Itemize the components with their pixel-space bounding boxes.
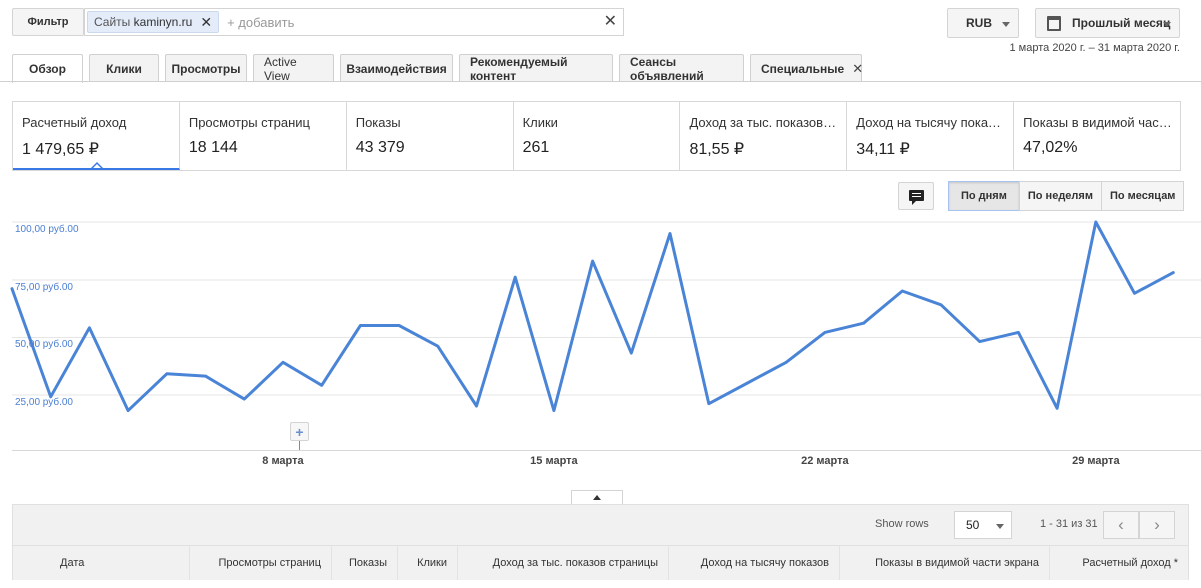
filter-chip-label: Сайты [94, 15, 131, 29]
chevron-right-icon: › [1154, 515, 1160, 534]
currency-label: RUB [966, 16, 992, 30]
tab-recommended-content[interactable]: Рекомендуемый контент [459, 54, 613, 83]
column-header-page-rpm[interactable]: Доход за тыс. показов страницы [458, 546, 669, 580]
tab-views[interactable]: Просмотры [165, 54, 247, 82]
filter-button[interactable]: Фильтр [12, 8, 84, 36]
column-header-impressions[interactable]: Показы [332, 546, 398, 580]
tab-overview[interactable]: Обзор [12, 54, 83, 83]
x-tick-label: 22 марта [801, 455, 849, 467]
filter-chip-value: kaminyn.ru [133, 15, 193, 29]
date-range-text: 1 марта 2020 г. – 31 марта 2020 г. [1009, 42, 1181, 54]
table-header: Дата Просмотры страниц Показы Клики Дохо… [12, 546, 1189, 580]
chevron-up-icon [593, 495, 601, 500]
metric-impressions[interactable]: Показы 43 379 [347, 102, 514, 170]
column-header-clicks[interactable]: Клики [398, 546, 458, 580]
metric-page-views[interactable]: Просмотры страниц 18 144 [180, 102, 347, 170]
granularity-toggle: По дням По неделям По месяцам [948, 181, 1185, 211]
metric-value: 47,02% [1023, 139, 1078, 156]
column-header-estimated-earnings[interactable]: Расчетный доход * [1050, 546, 1188, 580]
y-tick-label: 75,00 руб.00 [15, 281, 73, 293]
tab-custom[interactable]: Специальные ✕ [750, 54, 863, 82]
annotations-button[interactable] [898, 182, 934, 210]
y-tick-label: 100,00 руб.00 [15, 224, 79, 235]
metric-label: Клики [522, 115, 558, 130]
clear-filter-icon[interactable]: ✕ [604, 13, 617, 31]
metric-page-rpm[interactable]: Доход за тыс. показов страницы 81,55 ₽ [680, 102, 848, 170]
y-tick-label: 50,00 руб.00 [15, 339, 73, 350]
chevron-down-icon [1163, 22, 1171, 27]
x-tick-label: 15 марта [530, 455, 578, 467]
by-month-button[interactable]: По месяцам [1100, 181, 1185, 211]
metric-label: Расчетный доход [22, 115, 127, 130]
x-tick-label: 8 марта [262, 455, 304, 467]
pagination-info: 1 - 31 из 31 [1040, 518, 1098, 530]
metric-label: Показы [355, 115, 401, 130]
annotation-stem [299, 441, 300, 450]
filter-chip-sites[interactable]: Сайты kaminyn.ru ✕ [87, 11, 220, 33]
earnings-line-chart [10, 220, 1201, 451]
collapse-chart-button[interactable] [571, 490, 623, 505]
chevron-left-icon: ‹ [1118, 515, 1124, 534]
metric-clicks[interactable]: Клики 261 [514, 102, 681, 170]
metric-label: Просмотры страниц [188, 115, 310, 130]
calendar-icon [1047, 16, 1061, 31]
report-tabs: Обзор Клики Просмотры Active View Взаимо… [12, 54, 868, 83]
column-header-date[interactable]: Дата [13, 546, 190, 580]
tab-ad-sessions[interactable]: Сеансы объявлений [619, 54, 744, 83]
column-header-viewability[interactable]: Показы в видимой части экрана [840, 546, 1050, 580]
add-filter-input[interactable] [227, 14, 588, 30]
by-day-button[interactable]: По дням [948, 181, 1020, 211]
tab-active-view[interactable]: Active View [253, 54, 334, 83]
metric-label: Показы в видимой части экрана [1023, 115, 1180, 130]
tabs-divider [0, 81, 1201, 82]
selected-pointer-icon [91, 161, 103, 168]
metric-cards: Расчетный доход 1 479,65 ₽ Просмотры стр… [12, 101, 1181, 171]
show-rows-label: Show rows [875, 518, 929, 530]
metric-value: 18 144 [188, 139, 238, 156]
y-tick-label: 25,00 руб.00 [15, 396, 73, 408]
currency-dropdown[interactable]: RUB [947, 8, 1019, 38]
period-label: Прошлый месяц [1072, 16, 1171, 30]
column-header-impression-rpm[interactable]: Доход на тысячу показов [669, 546, 840, 580]
chevron-down-icon [996, 524, 1004, 529]
by-week-button[interactable]: По неделям [1018, 181, 1102, 211]
metric-estimated-earnings[interactable]: Расчетный доход 1 479,65 ₽ [13, 102, 180, 170]
metric-value: 1 479,65 ₽ [22, 141, 99, 158]
series-line-earnings [10, 220, 1175, 413]
metric-impression-rpm[interactable]: Доход на тысячу показов 34,11 ₽ [847, 102, 1015, 170]
remove-chip-icon[interactable]: ✕ [200, 15, 212, 29]
filter-field[interactable]: Сайты kaminyn.ru ✕ ✕ [84, 8, 624, 36]
tab-interactions[interactable]: Взаимодействия [340, 54, 453, 82]
metric-value: 81,55 ₽ [689, 141, 745, 158]
add-annotation-button[interactable]: + [290, 422, 309, 441]
tab-clicks[interactable]: Клики [89, 54, 159, 82]
comment-icon [909, 190, 924, 205]
previous-page-button[interactable]: ‹ [1103, 511, 1139, 539]
close-icon[interactable]: ✕ [852, 61, 863, 77]
metric-label: Доход за тыс. показов страницы [689, 115, 847, 130]
x-tick-label: 29 марта [1072, 455, 1120, 467]
period-dropdown[interactable]: Прошлый месяц [1035, 8, 1180, 38]
metric-value: 34,11 ₽ [856, 141, 910, 158]
rows-per-page-value: 50 [966, 518, 980, 532]
column-header-page-views[interactable]: Просмотры страниц [190, 546, 332, 580]
metric-value: 261 [522, 139, 550, 156]
chevron-down-icon [1002, 22, 1010, 27]
metric-viewability[interactable]: Показы в видимой части экрана 47,02% [1014, 102, 1180, 170]
rows-per-page-select[interactable]: 50 [954, 511, 1012, 539]
metric-label: Доход на тысячу показов [856, 115, 1008, 130]
metric-value: 43 379 [355, 139, 405, 156]
table-toolbar: Show rows 50 1 - 31 из 31 ‹ › [12, 504, 1189, 546]
next-page-button[interactable]: › [1139, 511, 1175, 539]
tab-custom-label: Специальные [761, 61, 845, 76]
